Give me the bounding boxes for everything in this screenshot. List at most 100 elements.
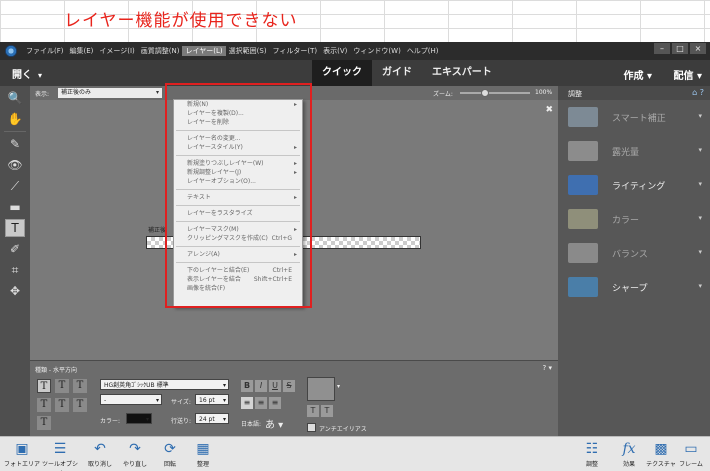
italic-button[interactable]: I	[255, 380, 267, 392]
chevron-down-icon: ▾	[698, 112, 702, 120]
text-on-shape-icon[interactable]: T	[73, 398, 87, 412]
vertical-type-mask-icon[interactable]: T	[37, 398, 51, 412]
adjustment-thumbnail-icon	[568, 209, 598, 229]
tool-options-button[interactable]: ☰ツールオプション	[40, 439, 80, 471]
tab-expert[interactable]: エキスパート	[422, 60, 502, 86]
adjustment-thumbnail-icon	[568, 243, 598, 263]
spot-healing-tool-icon[interactable]: ✐	[5, 240, 25, 258]
menu-bar: ファイル(F) 編集(E) イメージ(I) 画質調整(N) レイヤー(L) 選択…	[0, 42, 710, 60]
bold-button[interactable]: B	[241, 380, 253, 392]
menu-enhance[interactable]: 画質調整(N)	[138, 46, 183, 56]
adjustment-name: 露光量	[612, 147, 640, 158]
window-controls: – □ ×	[654, 43, 706, 54]
move-tool-icon[interactable]: ✥	[5, 282, 25, 300]
adjustment-item[interactable]: 露光量 ▾	[558, 134, 710, 168]
menu-edit[interactable]: 編集(E)	[67, 46, 97, 56]
bottom-bar: ▣フォトエリア ☰ツールオプション ↶取り消し ↷やり直し ⟳回転 ▦整理 ☷調…	[0, 436, 710, 471]
menu-help[interactable]: ヘルプ(H)	[404, 46, 442, 56]
open-button[interactable]: 開く ▾	[12, 66, 42, 81]
photo-bin-button[interactable]: ▣ フォトエリア	[2, 439, 42, 468]
language-label: 日本語:	[241, 421, 262, 428]
align-center-icon[interactable]: ≡	[255, 397, 267, 409]
share-button[interactable]: 配信 ▾	[673, 67, 702, 82]
chevron-down-icon: ▾	[698, 282, 702, 290]
font-family-select[interactable]: HG創英角ｺﾞｼｯｸUB 標準	[100, 379, 229, 391]
crop-tool-icon[interactable]: ⌗	[5, 261, 25, 279]
photo-bin-icon: ▣	[15, 441, 29, 457]
menu-window[interactable]: ウィンドウ(W)	[350, 46, 403, 56]
quick-selection-tool-icon[interactable]: ✎	[5, 135, 25, 153]
help-icon[interactable]: ? ▾	[543, 364, 552, 372]
horizontal-type-icon[interactable]: T	[37, 379, 51, 393]
red-eye-tool-icon[interactable]: 👁	[5, 156, 25, 174]
adjustment-item[interactable]: カラー ▾	[558, 202, 710, 236]
adjustment-thumbnail-icon	[568, 277, 598, 297]
menu-filter[interactable]: フィルター(T)	[270, 46, 321, 56]
close-document-icon[interactable]: ✖	[545, 105, 553, 115]
frames-button[interactable]: ▭ フレーム	[671, 439, 710, 468]
type-mask-icon[interactable]: T	[73, 379, 87, 393]
style-dropdown-icon[interactable]: ▾	[337, 383, 340, 390]
vertical-type-icon[interactable]: T	[55, 379, 69, 393]
app-logo-icon	[5, 45, 17, 57]
display-select[interactable]: 補正後のみ	[58, 88, 162, 98]
text-on-path-icon[interactable]: T	[37, 416, 51, 430]
minimize-button[interactable]: –	[654, 43, 670, 54]
undo-button[interactable]: ↶ 取り消し	[80, 439, 120, 468]
maximize-button[interactable]: □	[672, 43, 688, 54]
display-label: 表示:	[35, 91, 50, 98]
align-right-icon[interactable]: ≡	[269, 397, 281, 409]
tool-options-icon: ☰	[53, 441, 67, 457]
underline-button[interactable]: U	[269, 380, 281, 392]
chevron-down-icon: ▾	[698, 180, 702, 188]
text-color-swatch[interactable]	[126, 413, 152, 425]
style-preview-swatch[interactable]	[307, 377, 335, 401]
antialias-checkbox[interactable]	[307, 423, 316, 432]
mode-bar: 開く ▾ クイック ガイド エキスパート 作成 ▾ 配信 ▾	[0, 60, 710, 86]
undo-icon: ↶	[94, 441, 106, 457]
adjustment-list: スマート補正 ▾ 露光量 ▾ ライティング ▾ カラー ▾ バランス ▾ シャープ ▾	[558, 100, 710, 304]
leading-select[interactable]: 24 pt	[195, 413, 229, 425]
redo-button[interactable]: ↷ やり直し	[115, 439, 155, 468]
language-select-icon[interactable]: あ ▾	[265, 416, 283, 431]
create-button[interactable]: 作成 ▾	[623, 67, 652, 82]
organize-icon: ▦	[196, 441, 210, 457]
adjustment-name: ライティング	[612, 181, 666, 192]
font-style-select[interactable]: -	[100, 394, 162, 406]
text-on-selection-icon[interactable]: T	[55, 398, 69, 412]
adjustments-panel: 調整 ⌂ ? スマート補正 ▾ 露光量 ▾ ライティング ▾ カラー ▾ バランス ▾ シャープ ▾	[558, 86, 710, 436]
strikethrough-button[interactable]: S	[283, 380, 295, 392]
font-size-select[interactable]: 16 pt	[195, 394, 229, 406]
adjustment-item[interactable]: スマート補正 ▾	[558, 100, 710, 134]
tab-guided[interactable]: ガイド	[372, 60, 422, 86]
zoom-slider-handle[interactable]	[481, 89, 489, 97]
menu-view[interactable]: 表示(V)	[320, 46, 350, 56]
adjustment-name: バランス	[612, 249, 648, 260]
menu-layer[interactable]: レイヤー(L)	[182, 46, 226, 56]
align-left-icon[interactable]: ≡	[241, 397, 253, 409]
adjustments-button[interactable]: ☷ 調整	[572, 439, 612, 468]
adjustment-item[interactable]: シャープ ▾	[558, 270, 710, 304]
tab-quick[interactable]: クイック	[312, 60, 372, 86]
text-orientation-icon[interactable]: T	[321, 405, 333, 417]
warp-text-icon[interactable]: T	[307, 405, 319, 417]
zoom-slider-track[interactable]	[460, 92, 530, 94]
menu-file[interactable]: ファイル(F)	[23, 46, 67, 56]
straighten-tool-icon[interactable]: ▬	[5, 198, 25, 216]
adjustment-item[interactable]: バランス ▾	[558, 236, 710, 270]
highlight-frame	[165, 83, 312, 308]
size-label: サイズ:	[171, 399, 191, 406]
menu-image[interactable]: イメージ(I)	[96, 46, 137, 56]
menu-select[interactable]: 選択範囲(S)	[226, 46, 270, 56]
type-tool-icon[interactable]: T	[5, 219, 25, 237]
toolbar-divider	[4, 131, 26, 132]
zoom-tool-icon[interactable]: 🔍	[5, 89, 25, 107]
close-window-button[interactable]: ×	[690, 43, 706, 54]
organize-button[interactable]: ▦ 整理	[183, 439, 223, 468]
panel-icons[interactable]: ⌂ ?	[692, 88, 704, 97]
zoom-value: 100%	[535, 89, 553, 96]
adjustment-item[interactable]: ライティング ▾	[558, 168, 710, 202]
whiten-teeth-tool-icon[interactable]: ⟋	[5, 177, 25, 195]
zoom-label: ズーム:	[433, 91, 453, 98]
hand-tool-icon[interactable]: ✋	[5, 110, 25, 128]
